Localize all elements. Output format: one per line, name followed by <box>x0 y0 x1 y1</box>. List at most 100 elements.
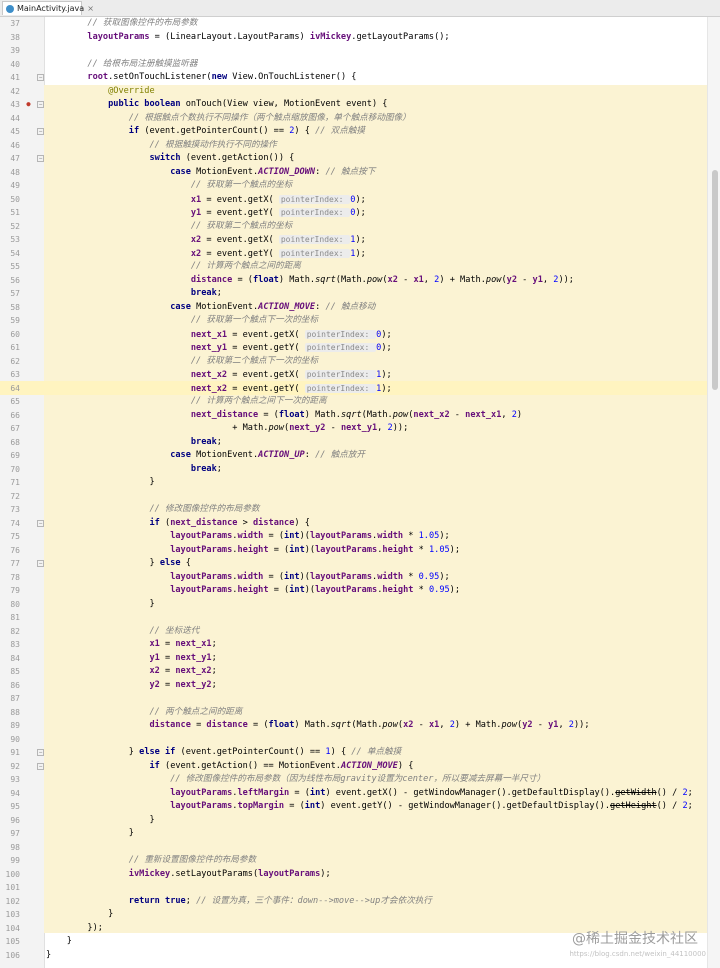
code-line[interactable]: 61 next_y1 = event.getY( pointerIndex: 0… <box>0 341 708 355</box>
code-line[interactable]: 79 layoutParams.height = (int)(layoutPar… <box>0 584 708 598</box>
code-line[interactable]: 92 − if (event.getAction() == MotionEvent… <box>0 760 708 774</box>
code-line[interactable]: 37 // 获取图像控件的布局参数 <box>0 17 708 31</box>
code-token: x2 <box>190 235 202 245</box>
parameter-hint: pointerIndex: <box>304 329 377 339</box>
code-line[interactable]: 63 next_x2 = event.getX( pointerIndex: 1… <box>0 368 708 382</box>
code-text: y2 = next_y2; <box>46 679 216 693</box>
code-line[interactable]: 90 <box>0 733 708 747</box>
code-token: y1 <box>190 208 202 218</box>
code-line[interactable]: 100 ivMickey.setLayoutParams(layoutParam… <box>0 868 708 882</box>
code-line[interactable]: 56 distance = (float) Math.sqrt(Math.pow… <box>0 274 708 288</box>
code-line[interactable]: 81 <box>0 611 708 625</box>
code-line[interactable]: 96 } <box>0 814 708 828</box>
code-line[interactable]: 71 } <box>0 476 708 490</box>
code-line[interactable]: 49 // 获取第一个触点的坐标 <box>0 179 708 193</box>
code-token: = event.getX( <box>227 329 305 340</box>
code-token: )( <box>304 585 316 595</box>
code-line[interactable]: 58 case MotionEvent.ACTION_MOVE: // 触点移动 <box>0 301 708 315</box>
code-text: + Math.pow(next_y2 - next_y1, 2)); <box>46 422 408 436</box>
tab-mainactivity[interactable]: MainActivity.java × <box>2 1 94 15</box>
code-line[interactable]: 93 // 修改图像控件的布局参数（因为线性布局gravity设置为center… <box>0 773 708 787</box>
code-line[interactable]: 43 ● − public boolean onTouch(View view, M… <box>0 98 708 112</box>
code-line[interactable]: 73 // 修改图像控件的布局参数 <box>0 503 708 517</box>
code-line[interactable]: 40 // 给根布局注册触摸监听器 <box>0 58 708 72</box>
code-line[interactable]: 85 x2 = next_x2; <box>0 665 708 679</box>
code-line[interactable]: 69 case MotionEvent.ACTION_UP: // 触点放开 <box>0 449 708 463</box>
code-line[interactable]: 70 break; <box>0 463 708 477</box>
code-line[interactable]: 97 } <box>0 827 708 841</box>
code-line[interactable]: 89 distance = distance = (float) Math.sq… <box>0 719 708 733</box>
code-line[interactable]: 65 // 计算两个触点之间下一次的距离 <box>0 395 708 409</box>
fold-toggle-icon[interactable]: − <box>37 762 44 770</box>
code-line[interactable]: 103 } <box>0 908 708 922</box>
code-line[interactable]: 48 case MotionEvent.ACTION_DOWN: // 触点按下 <box>0 166 708 180</box>
code-line[interactable]: 68 break; <box>0 436 708 450</box>
code-line[interactable]: 55 // 计算两个触点之间的距离 <box>0 260 708 274</box>
code-line[interactable]: 99 // 重新设置图像控件的布局参数 <box>0 854 708 868</box>
code-token: ) Math. <box>294 720 331 730</box>
fold-toggle-icon[interactable]: − <box>37 560 44 567</box>
code-line[interactable]: 98 <box>0 841 708 855</box>
code-line[interactable]: 45 − if (event.getPointerCount() == 2) { … <box>0 125 708 139</box>
fold-toggle-icon[interactable]: − <box>37 74 44 81</box>
fold-toggle-icon[interactable]: − <box>37 155 44 162</box>
code-editor[interactable]: 37 // 获取图像控件的布局参数 38 layoutParams = (Line… <box>0 17 720 968</box>
code-line[interactable]: 64 next_x2 = event.getY( pointerIndex: 1… <box>0 382 708 396</box>
code-line[interactable]: 46 // 根据触摸动作执行不同的操作 <box>0 139 708 153</box>
code-line[interactable]: 91 − } else if (event.getPointerCount() =… <box>0 746 708 760</box>
code-line[interactable]: 84 y1 = next_y1; <box>0 652 708 666</box>
code-line[interactable]: 75 layoutParams.width = (int)(layoutPara… <box>0 530 708 544</box>
code-line[interactable]: 101 <box>0 881 708 895</box>
code-token: height <box>382 585 414 595</box>
code-line[interactable]: 44 // 根据触点个数执行不同操作（两个触点缩放图像，单个触点移动图像） <box>0 112 708 126</box>
code-line[interactable]: 47 − switch (event.getAction()) { <box>0 152 708 166</box>
code-line[interactable]: 38 layoutParams = (LinearLayout.LayoutPa… <box>0 31 708 45</box>
code-line[interactable]: 54 x2 = event.getY( pointerIndex: 1); <box>0 247 708 261</box>
code-token: * <box>413 585 429 595</box>
code-line[interactable]: 67 + Math.pow(next_y2 - next_y1, 2)); <box>0 422 708 436</box>
code-token: @Override <box>108 85 155 96</box>
code-line[interactable]: 62 // 获取第二个触点下一次的坐标 <box>0 355 708 369</box>
code-line[interactable]: 52 // 获取第二个触点的坐标 <box>0 220 708 234</box>
code-line[interactable]: 87 <box>0 692 708 706</box>
fold-toggle-icon[interactable]: − <box>37 101 44 108</box>
code-line[interactable]: 66 next_distance = (float) Math.sqrt(Mat… <box>0 409 708 423</box>
code-text: x1 = next_x1; <box>46 638 216 652</box>
code-line[interactable]: 76 layoutParams.height = (int)(layoutPar… <box>0 544 708 558</box>
code-line[interactable]: 86 y2 = next_y2; <box>0 679 708 693</box>
code-line[interactable]: 50 x1 = event.getX( pointerIndex: 0); <box>0 193 708 207</box>
override-marker-icon[interactable]: ● <box>25 101 32 108</box>
code-line[interactable]: 53 x2 = event.getX( pointerIndex: 1); <box>0 233 708 247</box>
code-line[interactable]: 57 break; <box>0 287 708 301</box>
vertical-scrollbar[interactable] <box>707 17 720 968</box>
code-line[interactable]: 80 } <box>0 598 708 612</box>
code-line[interactable]: 72 <box>0 490 708 504</box>
code-line[interactable]: 95 layoutParams.topMargin = (int) event.… <box>0 800 708 814</box>
line-number: 70 <box>10 464 20 474</box>
line-number: 37 <box>10 19 20 28</box>
code-line[interactable]: 78 layoutParams.width = (int)(layoutPara… <box>0 571 708 585</box>
close-tab-icon[interactable]: × <box>87 4 94 13</box>
code-line[interactable]: 83 x1 = next_x1; <box>0 638 708 652</box>
fold-toggle-icon[interactable]: − <box>37 519 44 527</box>
scrollbar-thumb[interactable] <box>712 170 718 390</box>
code-text: x2 = next_x2; <box>46 665 216 679</box>
code-line[interactable]: 94 layoutParams.leftMargin = (int) event… <box>0 787 708 801</box>
code-line[interactable]: 59 // 获取第一个触点下一次的坐标 <box>0 314 708 328</box>
code-line[interactable]: 60 next_x1 = event.getX( pointerIndex: 0… <box>0 328 708 342</box>
code-line[interactable]: 88 // 两个触点之间的距离 <box>0 706 708 720</box>
code-line[interactable]: 74 − if (next_distance > distance) { <box>0 517 708 531</box>
code-token: new <box>211 72 228 82</box>
code-line[interactable]: 102 return true; // 设置为真，三个事件：down-->mov… <box>0 895 708 909</box>
code-line[interactable]: 77 − } else { <box>0 557 708 571</box>
code-line[interactable]: 41 − root.setOnTouchListener(new View.OnT… <box>0 71 708 85</box>
code-line[interactable]: 82 // 坐标迭代 <box>0 625 708 639</box>
code-line[interactable]: 51 y1 = event.getY( pointerIndex: 0); <box>0 206 708 220</box>
code-line[interactable]: 39 <box>0 44 708 58</box>
fold-toggle-icon[interactable]: − <box>37 749 44 756</box>
code-token: = event.getY( <box>227 343 305 353</box>
fold-toggle-icon[interactable]: − <box>37 128 44 135</box>
code-line[interactable]: 42 @Override <box>0 85 708 99</box>
